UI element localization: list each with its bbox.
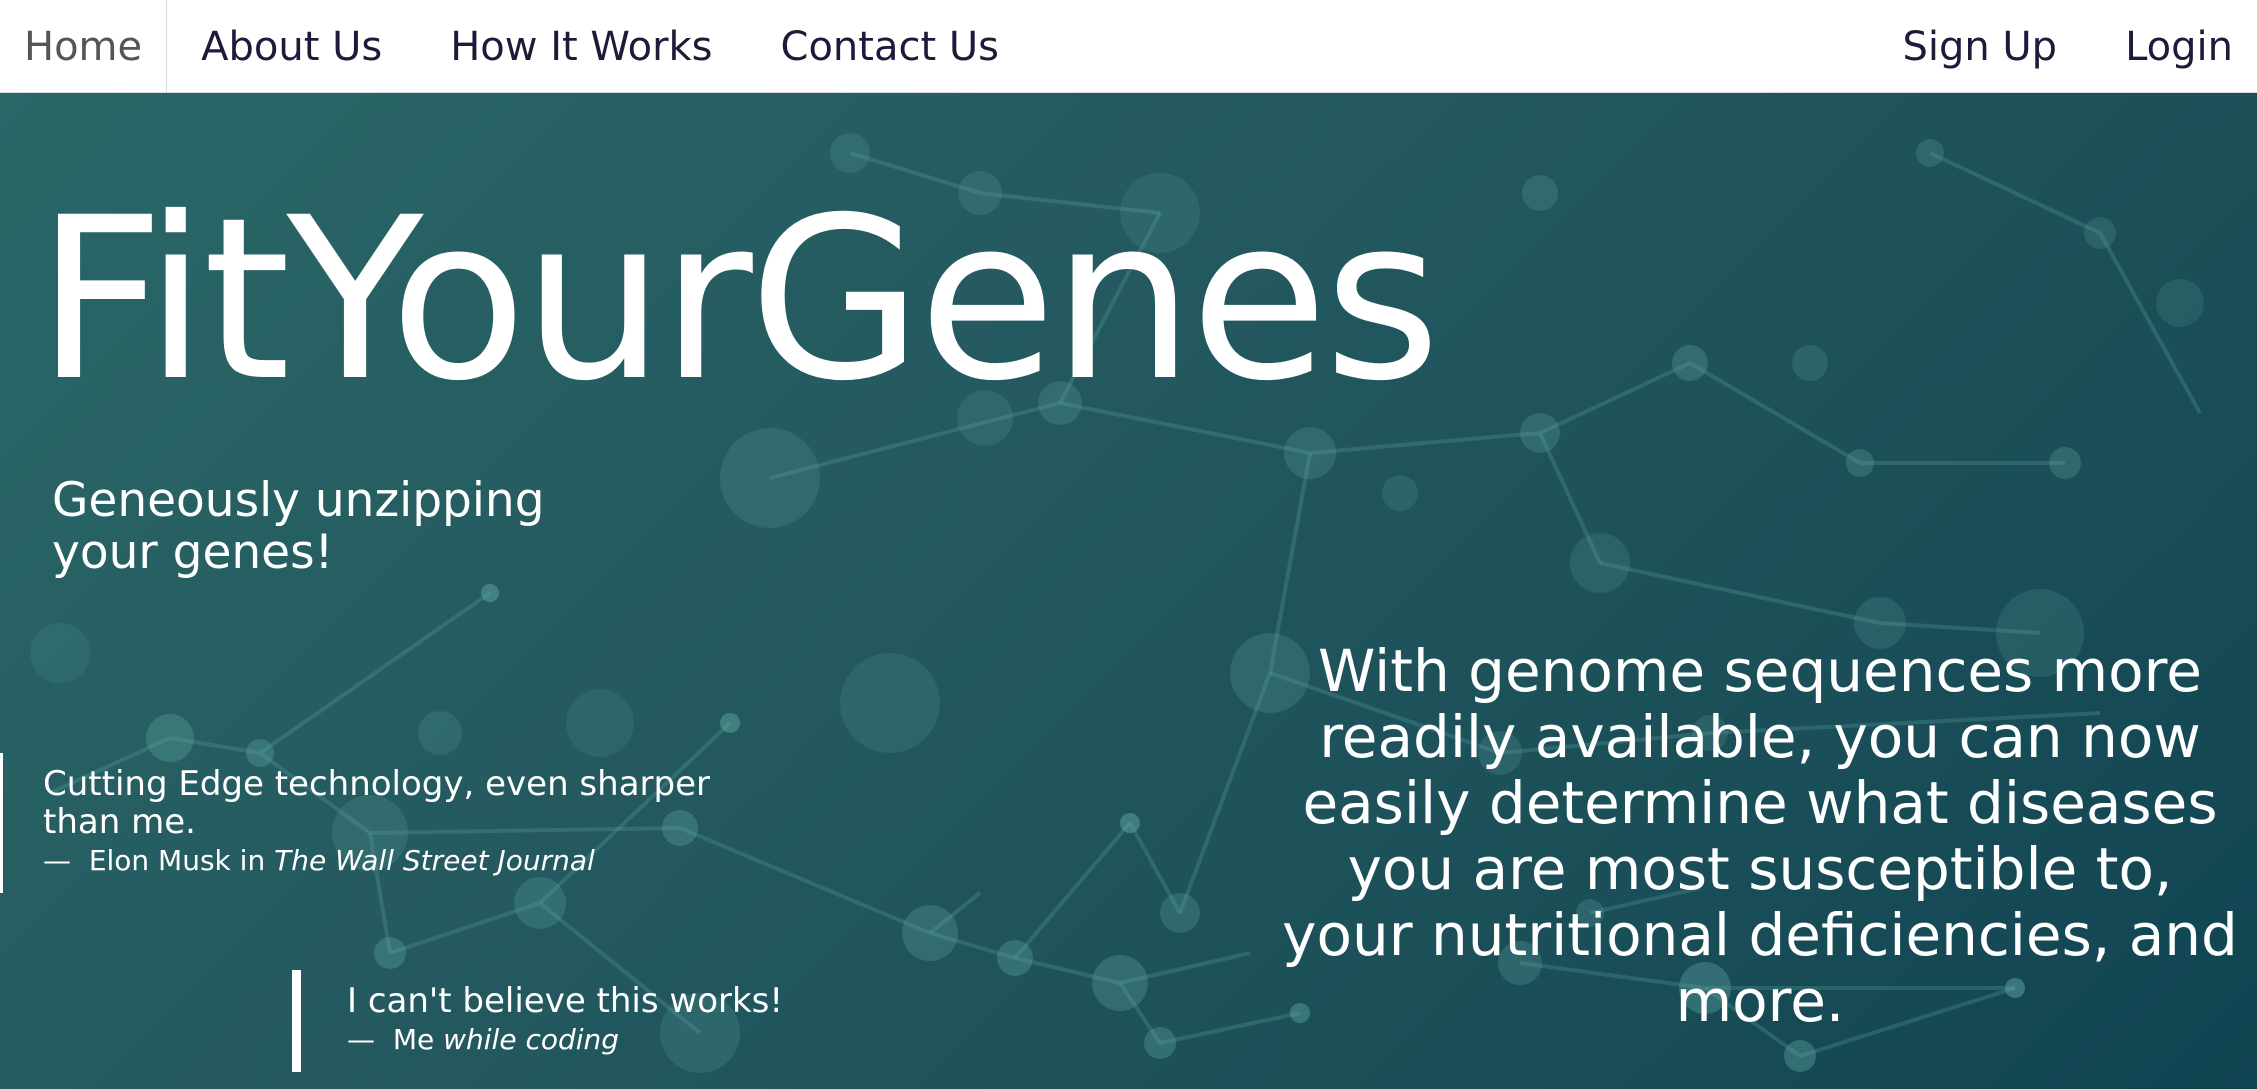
hero-description: With genome sequences more readily avail…	[1282, 637, 2238, 1035]
quote-dash: —	[347, 1023, 375, 1056]
hero-section: FitYourGenes Geneously unzipping your ge…	[0, 93, 2257, 1089]
quote-source: while coding	[443, 1023, 620, 1056]
quote-author: Me	[392, 1023, 435, 1056]
quote-citation: — Me while coding	[347, 1020, 812, 1060]
nav-contact-us-link[interactable]: Contact Us	[747, 0, 1033, 93]
quote-citation: — Elon Musk in The Wall Street Journal	[43, 841, 760, 881]
testimonial-quote: Cutting Edge technology, even sharper th…	[0, 753, 760, 893]
nav-sign-up-link[interactable]: Sign Up	[1868, 0, 2091, 93]
nav-home-link[interactable]: Home	[0, 0, 168, 93]
quote-author: Elon Musk in	[88, 844, 266, 877]
hero-tagline: Geneously unzipping your genes!	[52, 473, 545, 580]
site-title: FitYourGenes	[36, 169, 1441, 430]
nav-how-it-works-link[interactable]: How It Works	[416, 0, 746, 93]
nav-login-link[interactable]: Login	[2091, 0, 2257, 93]
quote-text: Cutting Edge technology, even sharper th…	[43, 764, 710, 842]
quote-text: I can't believe this works!	[347, 981, 784, 1021]
top-navbar: Home About Us How It Works Contact Us Si…	[0, 0, 2257, 93]
nav-right-group: Sign Up Login	[1868, 0, 2257, 93]
nav-left-group: Home About Us How It Works Contact Us	[0, 0, 1033, 93]
nav-about-us-link[interactable]: About Us	[167, 0, 416, 93]
testimonial-quote: I can't believe this works! — Me while c…	[292, 970, 812, 1072]
quote-dash: —	[43, 844, 71, 877]
quote-source: The Wall Street Journal	[274, 844, 595, 877]
